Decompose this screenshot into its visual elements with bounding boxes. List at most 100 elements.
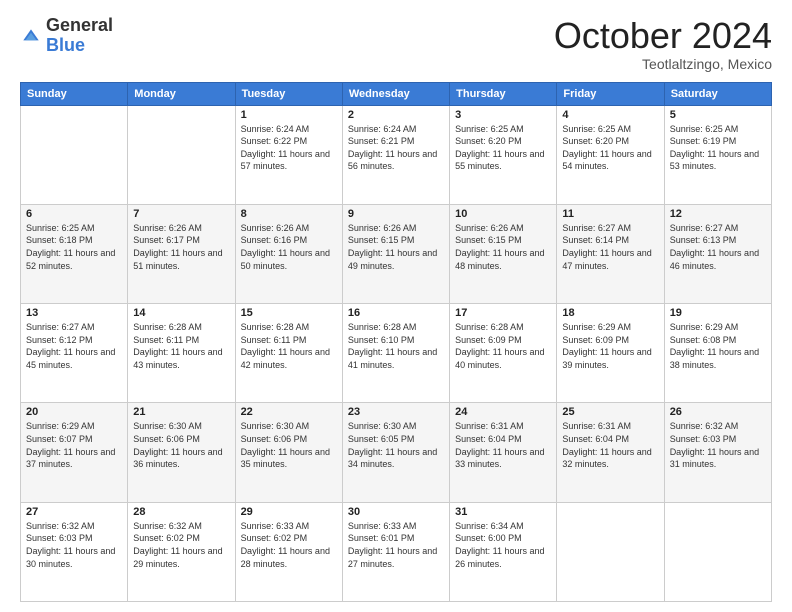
day-info: Sunrise: 6:26 AMSunset: 6:15 PMDaylight:… [348, 222, 444, 272]
calendar-cell: 6 Sunrise: 6:25 AMSunset: 6:18 PMDayligh… [21, 204, 128, 303]
day-info: Sunrise: 6:32 AMSunset: 6:03 PMDaylight:… [26, 520, 122, 570]
day-info: Sunrise: 6:32 AMSunset: 6:03 PMDaylight:… [670, 420, 766, 470]
day-info: Sunrise: 6:33 AMSunset: 6:02 PMDaylight:… [241, 520, 337, 570]
day-info: Sunrise: 6:30 AMSunset: 6:06 PMDaylight:… [133, 420, 229, 470]
day-info: Sunrise: 6:25 AMSunset: 6:19 PMDaylight:… [670, 123, 766, 173]
day-number: 21 [133, 406, 229, 418]
day-number: 11 [562, 208, 658, 220]
day-info: Sunrise: 6:26 AMSunset: 6:16 PMDaylight:… [241, 222, 337, 272]
day-info: Sunrise: 6:28 AMSunset: 6:10 PMDaylight:… [348, 321, 444, 371]
day-number: 20 [26, 406, 122, 418]
day-number: 26 [670, 406, 766, 418]
day-number: 3 [455, 109, 551, 121]
day-info: Sunrise: 6:30 AMSunset: 6:06 PMDaylight:… [241, 420, 337, 470]
calendar-cell: 16 Sunrise: 6:28 AMSunset: 6:10 PMDaylig… [342, 304, 449, 403]
day-info: Sunrise: 6:32 AMSunset: 6:02 PMDaylight:… [133, 520, 229, 570]
calendar-cell: 28 Sunrise: 6:32 AMSunset: 6:02 PMDaylig… [128, 502, 235, 601]
title-location: Teotlaltzingo, Mexico [554, 56, 772, 72]
logo-general-text: General [46, 16, 113, 36]
calendar-cell: 14 Sunrise: 6:28 AMSunset: 6:11 PMDaylig… [128, 304, 235, 403]
calendar-cell [21, 105, 128, 204]
day-number: 1 [241, 109, 337, 121]
calendar-cell [664, 502, 771, 601]
day-number: 27 [26, 506, 122, 518]
title-block: October 2024 Teotlaltzingo, Mexico [554, 16, 772, 72]
day-info: Sunrise: 6:28 AMSunset: 6:11 PMDaylight:… [133, 321, 229, 371]
calendar-cell: 29 Sunrise: 6:33 AMSunset: 6:02 PMDaylig… [235, 502, 342, 601]
calendar-cell: 11 Sunrise: 6:27 AMSunset: 6:14 PMDaylig… [557, 204, 664, 303]
day-number: 22 [241, 406, 337, 418]
day-number: 7 [133, 208, 229, 220]
calendar-week-1: 1 Sunrise: 6:24 AMSunset: 6:22 PMDayligh… [21, 105, 772, 204]
calendar-cell: 7 Sunrise: 6:26 AMSunset: 6:17 PMDayligh… [128, 204, 235, 303]
day-info: Sunrise: 6:25 AMSunset: 6:20 PMDaylight:… [455, 123, 551, 173]
day-number: 5 [670, 109, 766, 121]
col-sunday: Sunday [21, 82, 128, 105]
col-monday: Monday [128, 82, 235, 105]
day-number: 31 [455, 506, 551, 518]
col-friday: Friday [557, 82, 664, 105]
calendar-cell: 10 Sunrise: 6:26 AMSunset: 6:15 PMDaylig… [450, 204, 557, 303]
day-info: Sunrise: 6:30 AMSunset: 6:05 PMDaylight:… [348, 420, 444, 470]
day-number: 9 [348, 208, 444, 220]
day-info: Sunrise: 6:31 AMSunset: 6:04 PMDaylight:… [455, 420, 551, 470]
calendar-cell: 24 Sunrise: 6:31 AMSunset: 6:04 PMDaylig… [450, 403, 557, 502]
day-number: 16 [348, 307, 444, 319]
day-number: 8 [241, 208, 337, 220]
calendar-cell: 4 Sunrise: 6:25 AMSunset: 6:20 PMDayligh… [557, 105, 664, 204]
calendar-cell: 1 Sunrise: 6:24 AMSunset: 6:22 PMDayligh… [235, 105, 342, 204]
day-info: Sunrise: 6:31 AMSunset: 6:04 PMDaylight:… [562, 420, 658, 470]
logo-blue-text: Blue [46, 36, 113, 56]
calendar-cell: 8 Sunrise: 6:26 AMSunset: 6:16 PMDayligh… [235, 204, 342, 303]
day-number: 10 [455, 208, 551, 220]
day-info: Sunrise: 6:33 AMSunset: 6:01 PMDaylight:… [348, 520, 444, 570]
calendar-cell: 22 Sunrise: 6:30 AMSunset: 6:06 PMDaylig… [235, 403, 342, 502]
calendar-cell: 5 Sunrise: 6:25 AMSunset: 6:19 PMDayligh… [664, 105, 771, 204]
calendar-header-row: Sunday Monday Tuesday Wednesday Thursday… [21, 82, 772, 105]
title-month: October 2024 [554, 16, 772, 56]
day-info: Sunrise: 6:29 AMSunset: 6:07 PMDaylight:… [26, 420, 122, 470]
day-info: Sunrise: 6:29 AMSunset: 6:08 PMDaylight:… [670, 321, 766, 371]
calendar-week-3: 13 Sunrise: 6:27 AMSunset: 6:12 PMDaylig… [21, 304, 772, 403]
day-number: 6 [26, 208, 122, 220]
day-info: Sunrise: 6:24 AMSunset: 6:22 PMDaylight:… [241, 123, 337, 173]
day-info: Sunrise: 6:27 AMSunset: 6:12 PMDaylight:… [26, 321, 122, 371]
calendar-week-2: 6 Sunrise: 6:25 AMSunset: 6:18 PMDayligh… [21, 204, 772, 303]
day-info: Sunrise: 6:24 AMSunset: 6:21 PMDaylight:… [348, 123, 444, 173]
col-thursday: Thursday [450, 82, 557, 105]
calendar-cell: 15 Sunrise: 6:28 AMSunset: 6:11 PMDaylig… [235, 304, 342, 403]
day-info: Sunrise: 6:25 AMSunset: 6:18 PMDaylight:… [26, 222, 122, 272]
calendar-cell: 19 Sunrise: 6:29 AMSunset: 6:08 PMDaylig… [664, 304, 771, 403]
calendar-cell: 9 Sunrise: 6:26 AMSunset: 6:15 PMDayligh… [342, 204, 449, 303]
day-number: 4 [562, 109, 658, 121]
calendar-cell: 30 Sunrise: 6:33 AMSunset: 6:01 PMDaylig… [342, 502, 449, 601]
day-number: 28 [133, 506, 229, 518]
day-info: Sunrise: 6:27 AMSunset: 6:13 PMDaylight:… [670, 222, 766, 272]
calendar-cell: 27 Sunrise: 6:32 AMSunset: 6:03 PMDaylig… [21, 502, 128, 601]
day-number: 13 [26, 307, 122, 319]
day-number: 12 [670, 208, 766, 220]
day-info: Sunrise: 6:26 AMSunset: 6:15 PMDaylight:… [455, 222, 551, 272]
calendar-cell: 31 Sunrise: 6:34 AMSunset: 6:00 PMDaylig… [450, 502, 557, 601]
col-saturday: Saturday [664, 82, 771, 105]
logo: General Blue [20, 16, 113, 56]
day-info: Sunrise: 6:27 AMSunset: 6:14 PMDaylight:… [562, 222, 658, 272]
calendar-cell [128, 105, 235, 204]
calendar-cell: 3 Sunrise: 6:25 AMSunset: 6:20 PMDayligh… [450, 105, 557, 204]
calendar-table: Sunday Monday Tuesday Wednesday Thursday… [20, 82, 772, 602]
logo-icon [20, 25, 42, 47]
col-wednesday: Wednesday [342, 82, 449, 105]
calendar-cell: 2 Sunrise: 6:24 AMSunset: 6:21 PMDayligh… [342, 105, 449, 204]
calendar-cell: 17 Sunrise: 6:28 AMSunset: 6:09 PMDaylig… [450, 304, 557, 403]
logo-text: General Blue [46, 16, 113, 56]
day-number: 19 [670, 307, 766, 319]
calendar-cell: 26 Sunrise: 6:32 AMSunset: 6:03 PMDaylig… [664, 403, 771, 502]
calendar-cell: 13 Sunrise: 6:27 AMSunset: 6:12 PMDaylig… [21, 304, 128, 403]
calendar-week-4: 20 Sunrise: 6:29 AMSunset: 6:07 PMDaylig… [21, 403, 772, 502]
day-number: 23 [348, 406, 444, 418]
day-number: 24 [455, 406, 551, 418]
day-number: 29 [241, 506, 337, 518]
calendar-cell: 25 Sunrise: 6:31 AMSunset: 6:04 PMDaylig… [557, 403, 664, 502]
calendar-week-5: 27 Sunrise: 6:32 AMSunset: 6:03 PMDaylig… [21, 502, 772, 601]
calendar-cell: 18 Sunrise: 6:29 AMSunset: 6:09 PMDaylig… [557, 304, 664, 403]
